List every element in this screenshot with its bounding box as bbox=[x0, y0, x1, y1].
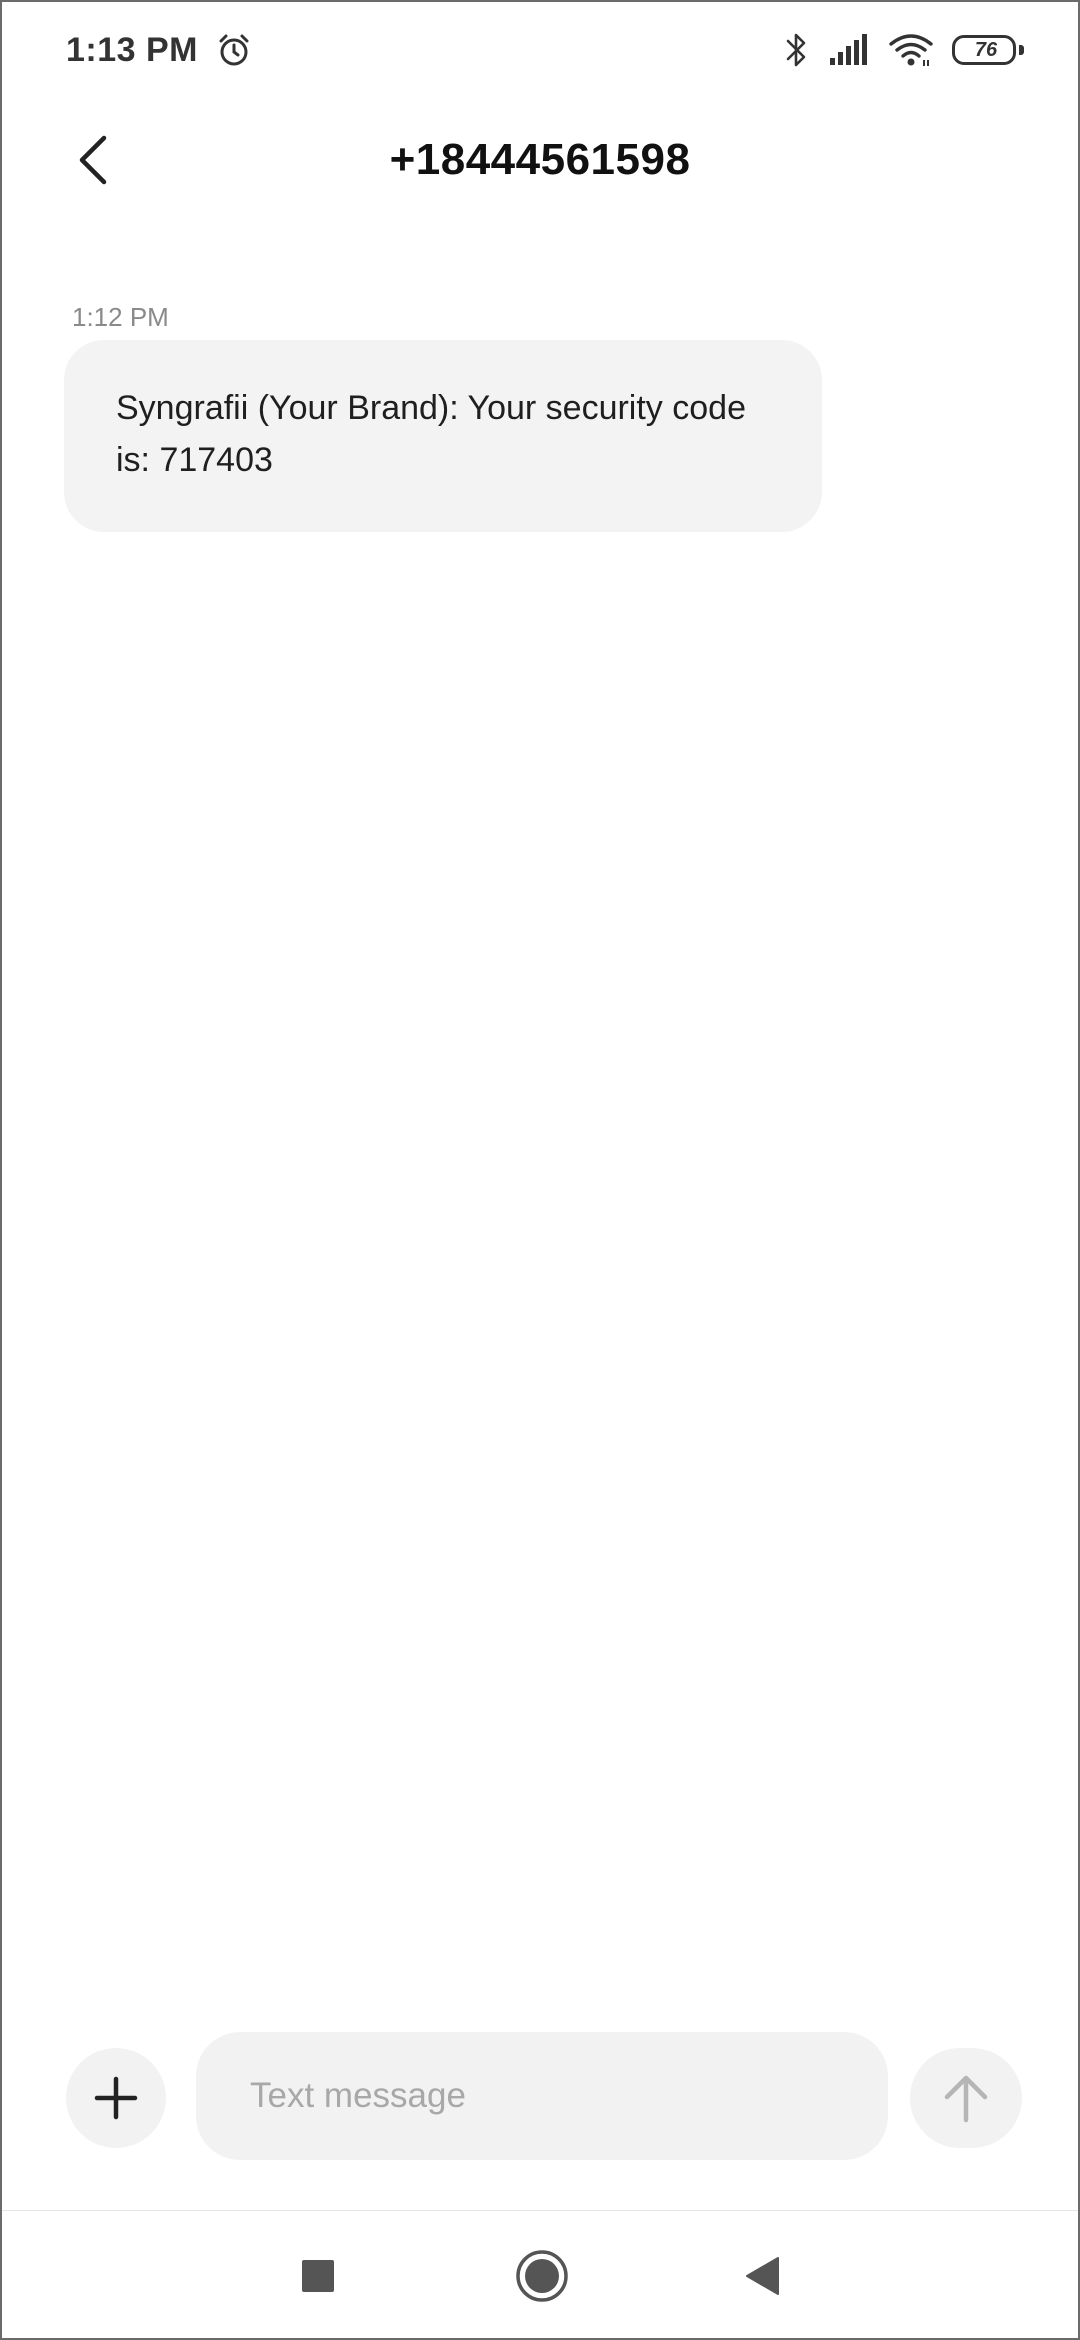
home-circle-icon bbox=[515, 2249, 569, 2303]
wifi-icon bbox=[888, 32, 934, 68]
attach-button[interactable] bbox=[66, 2048, 166, 2148]
chevron-left-icon bbox=[74, 132, 114, 188]
screen: 1:13 PM 76 +18444561598 1:12 PM Syngrafi… bbox=[0, 0, 1080, 2340]
conversation-header: +18444561598 bbox=[2, 112, 1078, 208]
battery-level: 76 bbox=[974, 39, 998, 61]
system-nav-bar bbox=[2, 2210, 1078, 2338]
message-timestamp: 1:12 PM bbox=[72, 302, 169, 332]
recents-square-icon bbox=[301, 2259, 335, 2293]
nav-back-button[interactable] bbox=[718, 2231, 808, 2321]
send-button[interactable] bbox=[910, 2048, 1022, 2148]
plus-icon bbox=[93, 2075, 139, 2121]
status-time: 1:13 PM bbox=[66, 30, 198, 69]
signal-icon bbox=[828, 34, 870, 66]
status-right: 76 bbox=[784, 31, 1024, 69]
message-composer bbox=[2, 2032, 1078, 2160]
status-left: 1:13 PM bbox=[66, 31, 252, 70]
message-bubble-incoming[interactable]: Syngrafii (Your Brand): Your security co… bbox=[64, 340, 822, 532]
back-triangle-icon bbox=[744, 2256, 782, 2296]
message-input[interactable] bbox=[196, 2032, 888, 2160]
battery-icon: 76 bbox=[952, 35, 1024, 65]
contact-title: +18444561598 bbox=[389, 135, 691, 184]
home-button[interactable] bbox=[497, 2231, 587, 2321]
arrow-up-icon bbox=[941, 2072, 991, 2124]
recents-button[interactable] bbox=[273, 2231, 363, 2321]
alarm-icon bbox=[216, 32, 252, 68]
status-bar: 1:13 PM 76 bbox=[2, 2, 1078, 98]
back-button[interactable] bbox=[58, 124, 130, 196]
bluetooth-icon bbox=[784, 31, 810, 69]
